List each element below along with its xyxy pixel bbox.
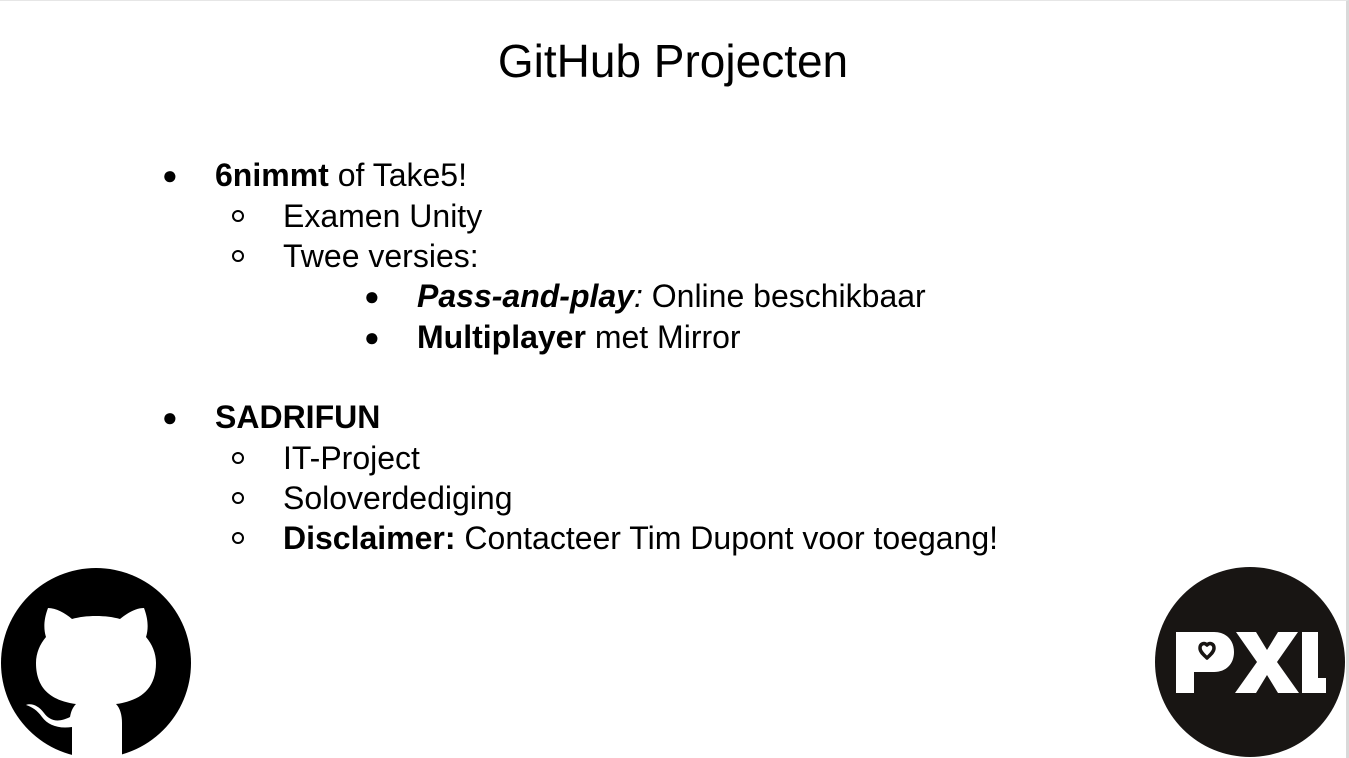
github-logo-icon bbox=[1, 568, 191, 758]
subsublist-item: Pass-and-play: Online beschikbaar bbox=[417, 276, 926, 316]
hollow-bullet-icon bbox=[232, 250, 244, 262]
sublist-item: Disclaimer: Contacteer Tim Dupont voor t… bbox=[283, 518, 998, 558]
bullet-icon: ● bbox=[364, 322, 380, 352]
sublist-item: Soloverdediging bbox=[283, 480, 513, 516]
list-item-sadrifun: SADRIFUN bbox=[215, 397, 380, 437]
hollow-bullet-icon bbox=[232, 492, 244, 504]
bullet-icon: ● bbox=[162, 160, 178, 190]
hollow-bullet-icon bbox=[232, 210, 244, 222]
sublist-item: Examen Unity bbox=[283, 198, 483, 234]
subsublist-item: Multiplayer met Mirror bbox=[417, 317, 741, 357]
item-text: met Mirror bbox=[585, 319, 741, 355]
pxl-logo-icon bbox=[1155, 567, 1345, 757]
hollow-bullet-icon bbox=[232, 532, 244, 544]
item-bold: Multiplayer bbox=[417, 319, 586, 355]
list-item-6nimmt: 6nimmt of Take5! bbox=[215, 155, 467, 195]
sublist-item: IT-Project bbox=[283, 440, 420, 476]
item-text: Contacteer Tim Dupont voor toegang! bbox=[455, 520, 999, 556]
item-bold: SADRIFUN bbox=[215, 399, 381, 435]
item-text: of Take5! bbox=[328, 157, 467, 193]
bullet-icon: ● bbox=[162, 402, 178, 432]
slide-title: GitHub Projecten bbox=[497, 35, 849, 87]
hollow-bullet-icon bbox=[232, 452, 244, 464]
slide: GitHub Projecten ● 6nimmt of Take5! Exam… bbox=[0, 0, 1349, 758]
item-bold: Disclaimer: bbox=[283, 520, 456, 556]
item-text: Online beschikbaar bbox=[642, 278, 926, 314]
bullet-icon: ● bbox=[364, 281, 380, 311]
sublist-item: Twee versies: bbox=[283, 238, 479, 274]
item-bold-italic: Pass-and-play bbox=[417, 278, 634, 314]
item-bold: 6nimmt bbox=[215, 157, 329, 193]
item-italic: : bbox=[633, 278, 643, 314]
